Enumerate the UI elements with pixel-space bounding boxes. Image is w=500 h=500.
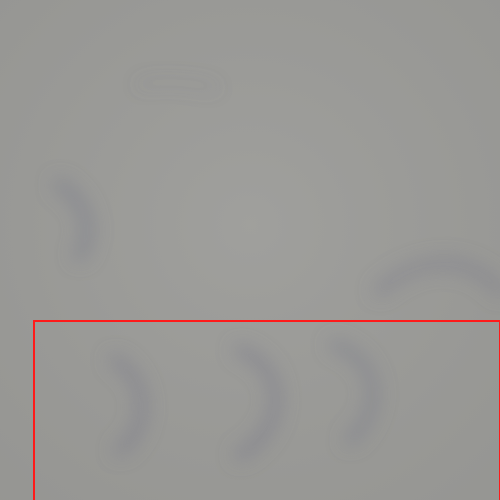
selection-rectangle xyxy=(33,320,500,500)
image-frame xyxy=(0,0,500,500)
